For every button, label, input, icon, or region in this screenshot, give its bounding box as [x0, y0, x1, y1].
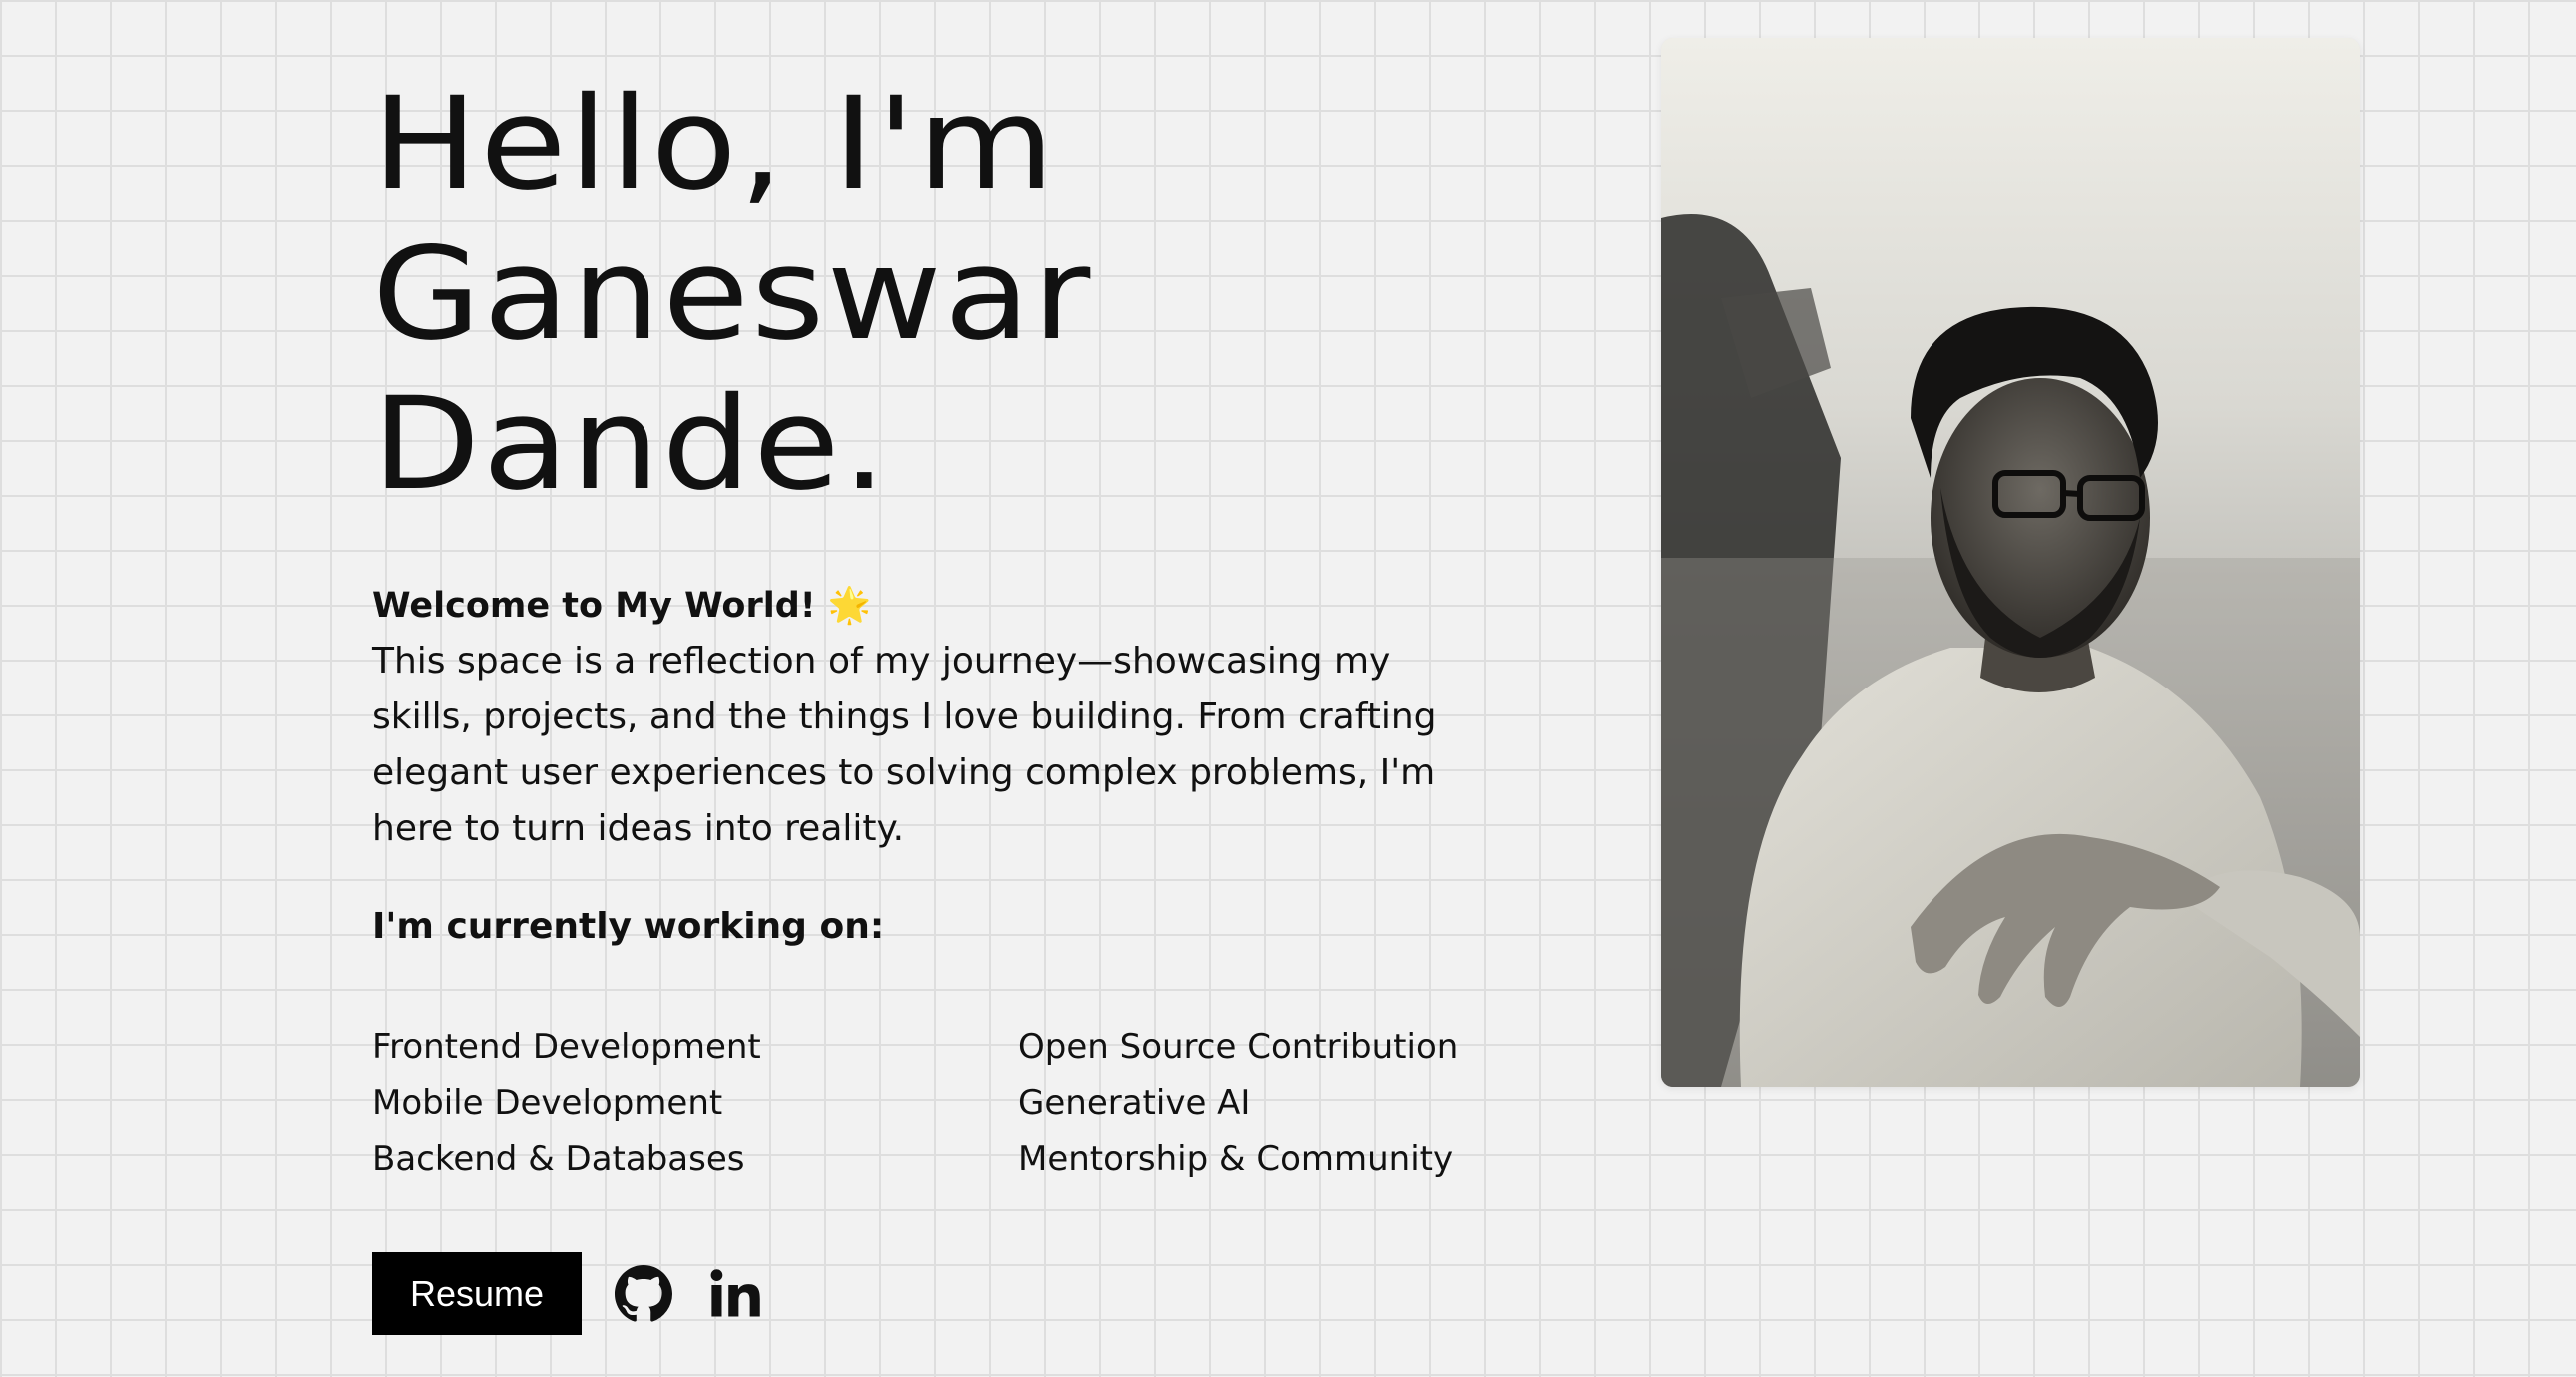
intro-paragraph: This space is a reflection of my journey… [372, 641, 1437, 849]
github-link[interactable] [612, 1262, 675, 1326]
headline-line-3: Dande. [372, 370, 889, 519]
headline-line-2: Ganeswar [372, 220, 1093, 369]
focus-column-right: Open Source Contribution Generative AI M… [1018, 1019, 1618, 1187]
focus-item: Mobile Development [372, 1083, 723, 1123]
focus-item: Open Source Contribution [1018, 1027, 1459, 1067]
welcome-text: Welcome to My World! 🌟 [372, 586, 872, 626]
focus-areas: Frontend Development Mobile Development … [372, 1019, 1521, 1187]
focus-column-left: Frontend Development Mobile Development … [372, 1019, 1018, 1187]
focus-item: Mentorship & Community [1018, 1139, 1454, 1179]
linkedin-link[interactable] [703, 1262, 767, 1326]
headline-line-1: Hello, I'm [372, 70, 1057, 219]
hero-headline: Hello, I'm Ganeswar Dande. [372, 70, 1636, 520]
profile-photo [1661, 38, 2360, 1087]
resume-button[interactable]: Resume [372, 1252, 582, 1335]
github-icon [615, 1264, 672, 1322]
working-on-heading: I'm currently working on: [372, 906, 885, 947]
focus-item: Backend & Databases [372, 1139, 745, 1179]
linkedin-icon [710, 1268, 760, 1316]
focus-item: Frontend Development [372, 1027, 761, 1067]
focus-item: Generative AI [1018, 1083, 1251, 1123]
action-bar: Resume [372, 1252, 767, 1335]
hero-section: Hello, I'm Ganeswar Dande. Welcome to My… [372, 70, 1521, 1187]
